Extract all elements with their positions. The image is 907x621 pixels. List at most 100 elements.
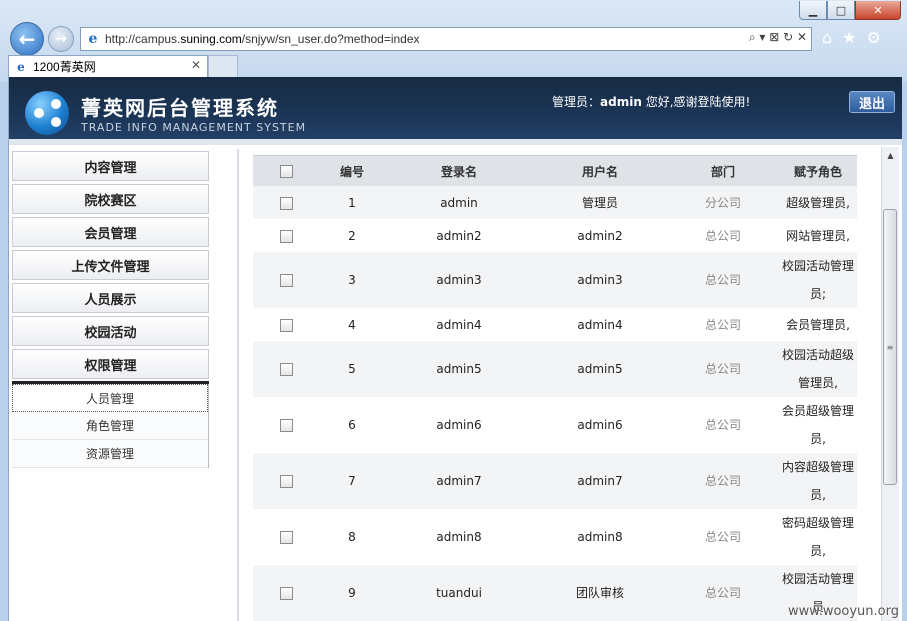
- tab-ie-icon: e: [17, 59, 25, 74]
- forward-button[interactable]: →: [48, 26, 74, 52]
- welcome-message: 管理员：admin 您好,感谢登陆使用!: [552, 93, 750, 110]
- cell-role: 内容超级管理员,: [779, 453, 857, 509]
- welcome-user: admin: [600, 95, 642, 109]
- side-menu: 内容管理 院校赛区 会员管理 上传文件管理 人员展示 校园活动 权限管理 人员管…: [12, 151, 209, 468]
- menu-content[interactable]: 内容管理: [12, 151, 209, 181]
- maximize-button[interactable]: □: [827, 1, 855, 20]
- table-row: 5 admin5 admin5 总公司 校园活动超级管理员,: [253, 341, 857, 397]
- cell-role: 校园活动管理员;: [779, 252, 857, 308]
- cell-username: admin5: [533, 341, 667, 397]
- menu-staff-display[interactable]: 人员展示: [12, 283, 209, 313]
- cell-username: admin6: [533, 397, 667, 453]
- scrollbar-thumb[interactable]: ≡: [883, 209, 897, 485]
- submenu-resource-management[interactable]: 资源管理: [12, 440, 208, 468]
- scroll-up-arrow-icon[interactable]: ▲: [882, 147, 899, 163]
- cell-id: 5: [319, 341, 385, 397]
- select-all-cell: [253, 155, 319, 186]
- logo-node: [51, 99, 61, 109]
- row-checkbox[interactable]: [279, 419, 293, 432]
- row-select-cell: [253, 186, 319, 219]
- row-checkbox[interactable]: [279, 475, 293, 488]
- address-bar[interactable]: e http://campus.suning.com/snjyw/sn_user…: [80, 27, 812, 51]
- column-header-department: 部门: [667, 155, 779, 186]
- cell-login: tuandui: [385, 565, 533, 621]
- ie-logo-icon: e: [88, 31, 98, 47]
- table-row: 6 admin6 admin6 总公司 会员超级管理员,: [253, 397, 857, 453]
- favorites-star-icon[interactable]: ★: [842, 28, 856, 47]
- menu-permissions[interactable]: 权限管理: [12, 349, 209, 379]
- cell-login: admin6: [385, 397, 533, 453]
- vertical-scrollbar[interactable]: ▲ ≡: [881, 147, 899, 621]
- gear-icon[interactable]: ⚙: [867, 28, 881, 47]
- table-header-row: 编号 登录名 用户名 部门 赋予角色: [253, 155, 857, 186]
- browser-tab[interactable]: e 1200菁英网 ✕: [8, 55, 208, 77]
- tab-title: 1200菁英网: [33, 60, 96, 74]
- cell-id: 9: [319, 565, 385, 621]
- cell-login: admin3: [385, 252, 533, 308]
- cell-login: admin5: [385, 341, 533, 397]
- cell-department: 总公司: [667, 341, 779, 397]
- watermark: www.wooyun.org: [787, 604, 899, 619]
- welcome-suffix: 您好,感谢登陆使用!: [641, 95, 751, 109]
- row-checkbox[interactable]: [279, 274, 293, 287]
- home-icon[interactable]: ⌂: [822, 28, 832, 47]
- back-button[interactable]: ←: [10, 22, 44, 56]
- menu-members[interactable]: 会员管理: [12, 217, 209, 247]
- url-prefix: http://campus.: [105, 32, 181, 46]
- cell-login: admin: [385, 186, 533, 219]
- column-header-role: 赋予角色: [779, 155, 857, 186]
- cell-id: 4: [319, 308, 385, 341]
- row-checkbox[interactable]: [279, 531, 293, 544]
- select-all-checkbox[interactable]: [279, 165, 293, 178]
- menu-campus-activities[interactable]: 校园活动: [12, 316, 209, 346]
- table-row: 9 tuandui 团队审核 总公司 校园活动管理员: [253, 565, 857, 621]
- url-domain: suning.com: [180, 32, 242, 46]
- row-select-cell: [253, 453, 319, 509]
- cell-id: 3: [319, 252, 385, 308]
- row-checkbox[interactable]: [279, 229, 293, 243]
- menu-upload-files[interactable]: 上传文件管理: [12, 250, 209, 280]
- cell-role: 会员管理员,: [779, 308, 857, 341]
- welcome-prefix: 管理员：: [552, 95, 601, 109]
- logo-node: [51, 117, 61, 127]
- logout-button[interactable]: 退出: [849, 91, 895, 113]
- row-checkbox[interactable]: [279, 363, 293, 376]
- row-checkbox[interactable]: [279, 318, 293, 332]
- main-content: 编号 登录名 用户名 部门 赋予角色 1 admin 管理员 分公司 超级管理员…: [253, 155, 857, 621]
- cell-username: admin2: [533, 219, 667, 252]
- cell-department: 总公司: [667, 453, 779, 509]
- cell-role: 网站管理员,: [779, 219, 857, 252]
- cell-department: 总公司: [667, 219, 779, 252]
- sidebar-divider: [237, 149, 239, 621]
- row-checkbox[interactable]: [279, 196, 293, 210]
- cell-department: 总公司: [667, 509, 779, 565]
- cell-username: admin7: [533, 453, 667, 509]
- minimize-button[interactable]: ▁: [799, 1, 827, 20]
- close-tab-icon[interactable]: ✕: [191, 58, 201, 72]
- sidebar: 内容管理 院校赛区 会员管理 上传文件管理 人员展示 校园活动 权限管理 人员管…: [9, 145, 239, 621]
- row-checkbox[interactable]: [279, 587, 293, 600]
- site-title: 菁英网后台管理系统: [81, 96, 279, 120]
- cell-username: admin3: [533, 252, 667, 308]
- cell-login: admin8: [385, 509, 533, 565]
- cell-department: 总公司: [667, 308, 779, 341]
- cell-id: 6: [319, 397, 385, 453]
- row-select-cell: [253, 565, 319, 621]
- table-row: 4 admin4 admin4 总公司 会员管理员,: [253, 308, 857, 341]
- url-suffix: /snjyw/sn_user.do?method=index: [241, 32, 420, 46]
- permissions-submenu: 人员管理 角色管理 资源管理: [12, 384, 209, 468]
- table-row: 8 admin8 admin8 总公司 密码超级管理员,: [253, 509, 857, 565]
- submenu-user-management[interactable]: 人员管理: [12, 384, 208, 412]
- row-select-cell: [253, 308, 319, 341]
- new-tab-button[interactable]: [208, 55, 238, 77]
- cell-department: 总公司: [667, 397, 779, 453]
- cell-role: 超级管理员,: [779, 186, 857, 219]
- address-tools-icons[interactable]: ⌕ ▾ ⊠ ↻ ✕: [749, 30, 807, 45]
- close-window-button[interactable]: ✕: [855, 1, 901, 20]
- submenu-role-management[interactable]: 角色管理: [12, 412, 208, 440]
- cell-login: admin4: [385, 308, 533, 341]
- menu-campus-division[interactable]: 院校赛区: [12, 184, 209, 214]
- cell-id: 7: [319, 453, 385, 509]
- site-subtitle: TRADE INFO MANAGEMENT SYSTEM: [81, 121, 307, 134]
- table-row: 3 admin3 admin3 总公司 校园活动管理员;: [253, 252, 857, 308]
